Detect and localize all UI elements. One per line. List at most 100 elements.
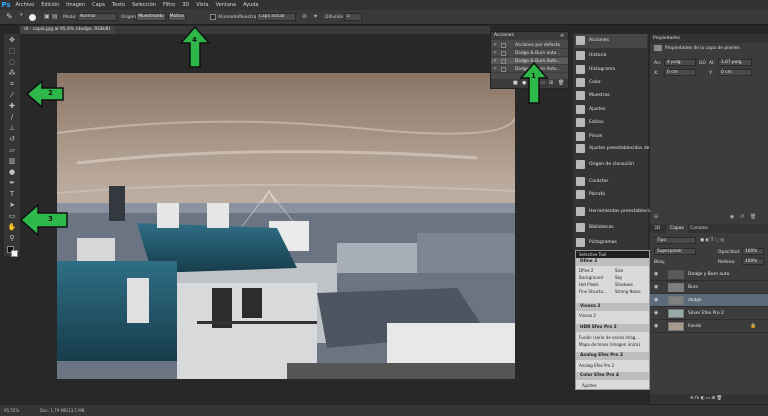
- menu-vista[interactable]: Vista: [193, 0, 212, 10]
- trash-icon[interactable]: 🗑: [558, 80, 564, 86]
- checkmark-icon[interactable]: ✓: [493, 66, 497, 73]
- dock-item-caracter[interactable]: Carácter: [575, 175, 647, 189]
- rectangle-tool-icon[interactable]: ▭: [6, 212, 18, 221]
- menu-texto[interactable]: Texto: [108, 0, 128, 10]
- pattern-button[interactable]: Motivo: [168, 13, 186, 21]
- tab-channels[interactable]: Canales: [686, 224, 712, 233]
- height-input[interactable]: 1,67 pulg.: [718, 59, 752, 66]
- checkmark-icon[interactable]: ✓: [493, 58, 497, 65]
- menu-seleccion[interactable]: Selección: [129, 0, 160, 10]
- nik-section-dfine[interactable]: Dfine 2: [576, 258, 649, 266]
- dock-item-histograma[interactable]: Histograma: [575, 63, 647, 77]
- nik-section-analog[interactable]: Analog Efex Pro 2: [576, 352, 649, 360]
- brush-preview-icon[interactable]: [29, 14, 36, 21]
- hand-tool-icon[interactable]: ✋: [6, 223, 18, 232]
- crop-tool-icon[interactable]: ⌗: [6, 80, 18, 89]
- dock-item-brush-presets[interactable]: Ajustes preestablecidos de pin...: [575, 142, 662, 156]
- stop-icon[interactable]: ■: [513, 80, 518, 86]
- move-tool-icon[interactable]: ✥: [6, 36, 18, 45]
- dialog-toggle-icon[interactable]: [501, 67, 506, 72]
- layer-row[interactable]: ◉ Burn: [650, 281, 768, 294]
- layer-row[interactable]: ◉ Fondo 🔒: [650, 320, 768, 333]
- menu-ventana[interactable]: Ventana: [212, 0, 240, 10]
- dock-item-historia[interactable]: Historia: [575, 49, 647, 63]
- panel-menu-icon[interactable]: ≡: [560, 33, 564, 39]
- dialog-toggle-icon[interactable]: [501, 51, 506, 56]
- type-tool-icon[interactable]: T: [6, 190, 18, 199]
- nik-cell[interactable]: Fine Structu...: [576, 288, 612, 295]
- sampled-button[interactable]: Muestreado: [136, 13, 166, 21]
- checkmark-icon[interactable]: ✓: [493, 42, 497, 49]
- quick-selection-tool-icon[interactable]: ⁂: [6, 69, 18, 78]
- reset-icon[interactable]: ↺: [740, 214, 744, 220]
- dialog-toggle-icon[interactable]: [501, 43, 506, 48]
- nik-cell[interactable]: Strong Noise: [612, 288, 648, 295]
- nik-section-viveza[interactable]: Viveza 2: [576, 303, 649, 311]
- menu-imagen[interactable]: Imagen: [63, 0, 89, 10]
- pen-tool-icon[interactable]: ✒: [6, 179, 18, 188]
- dock-item-clone-source[interactable]: Origen de clonación: [575, 158, 647, 172]
- layer-row[interactable]: ◉ dodge: [650, 294, 768, 307]
- mode-select[interactable]: Normal: [77, 13, 117, 21]
- ignore-adjustments-icon[interactable]: ⊘: [302, 13, 307, 20]
- nik-cell[interactable]: Size: [612, 267, 648, 274]
- menu-filtro[interactable]: Filtro: [159, 0, 178, 10]
- visibility-icon[interactable]: ◉: [730, 214, 734, 220]
- width-input[interactable]: 4 pulg.: [664, 59, 696, 66]
- new-action-icon[interactable]: ⊞: [549, 80, 553, 86]
- link-proportions-icon[interactable]: GO: [699, 61, 706, 66]
- dock-item-parrafo[interactable]: Párrafo: [575, 188, 647, 202]
- layer-row[interactable]: ◉ Silver Efex Pro 2: [650, 307, 768, 320]
- document-tab[interactable]: dl - copia.jpg al 95,6% (dodge, RGB/8): [20, 26, 115, 34]
- document-image[interactable]: [57, 73, 515, 379]
- dock-item-bibliotecas[interactable]: Bibliotecas: [575, 221, 647, 235]
- zoom-level[interactable]: 95,55%: [4, 405, 19, 416]
- dock-item-acciones[interactable]: Acciones: [575, 34, 647, 48]
- brush-panel-icon[interactable]: ▣: [44, 13, 50, 20]
- nik-cell[interactable]: Dfine 2: [576, 267, 612, 274]
- tab-properties[interactable]: Propiedades: [653, 36, 680, 41]
- menu-capa[interactable]: Capa: [89, 0, 109, 10]
- delete-icon[interactable]: 🗑: [750, 214, 756, 220]
- brush-tool-icon[interactable]: ∕: [6, 113, 18, 122]
- healing-brush-tool-icon[interactable]: ✚: [6, 102, 18, 111]
- history-brush-tool-icon[interactable]: ↺: [6, 135, 18, 144]
- nik-cell[interactable]: Viveza 2: [576, 312, 649, 319]
- checkmark-icon[interactable]: ✓: [493, 50, 497, 57]
- align-icon[interactable]: ⊟: [654, 214, 658, 220]
- filter-icons[interactable]: ▣ ◐ T ⬚ ◎: [700, 238, 724, 243]
- dodge-tool-icon[interactable]: ●: [6, 168, 18, 177]
- eye-icon[interactable]: ◉: [654, 323, 658, 329]
- nik-cell[interactable]: Shadows: [612, 281, 648, 288]
- action-set-row[interactable]: ✓ Dodge & Burn auto...: [491, 50, 568, 57]
- clone-source-icon[interactable]: ▤: [52, 13, 58, 20]
- eyedropper-tool-icon[interactable]: ⁄: [6, 91, 18, 100]
- sample-select[interactable]: Capa actual: [256, 13, 296, 21]
- tab-layers[interactable]: Capas: [666, 224, 688, 233]
- dialog-toggle-icon[interactable]: [501, 59, 506, 64]
- tool-preset-dropdown-icon[interactable]: ▾: [20, 12, 23, 18]
- menu-3d[interactable]: 3D: [179, 0, 193, 10]
- eye-icon[interactable]: ◉: [654, 297, 658, 303]
- nik-cell[interactable]: Analog Efex Pro 2: [576, 362, 649, 369]
- eye-icon[interactable]: ◉: [654, 271, 658, 277]
- path-selection-tool-icon[interactable]: ➤: [6, 201, 18, 210]
- dock-item-tool-presets[interactable]: Herramientas preestablecidas: [575, 205, 657, 219]
- fill-input[interactable]: 100%: [742, 258, 764, 265]
- zoom-tool-icon[interactable]: ⚲: [6, 234, 18, 243]
- background-color-swatch[interactable]: [11, 250, 18, 257]
- layer-filter-select[interactable]: Tipo: [654, 237, 696, 244]
- layer-actions-icons[interactable]: ⊖ fx ◐ ▭ ⊞ 🗑: [690, 396, 722, 401]
- eye-icon[interactable]: ◉: [654, 284, 658, 290]
- eye-icon[interactable]: ◉: [654, 310, 658, 316]
- x-input[interactable]: 0 cm: [664, 69, 696, 76]
- eraser-tool-icon[interactable]: ▱: [6, 146, 18, 155]
- diffusion-input[interactable]: 5: [344, 13, 362, 21]
- dock-item-pictogramas[interactable]: Pictogramas: [575, 236, 647, 250]
- menu-ayuda[interactable]: Ayuda: [240, 0, 262, 10]
- dock-item-color[interactable]: Color: [575, 76, 647, 90]
- airbrush-icon[interactable]: ✦: [313, 13, 318, 20]
- nik-cell[interactable]: Hot Pixels: [576, 281, 612, 288]
- tab-3d[interactable]: 3D: [650, 224, 664, 233]
- menu-edicion[interactable]: Edición: [38, 0, 63, 10]
